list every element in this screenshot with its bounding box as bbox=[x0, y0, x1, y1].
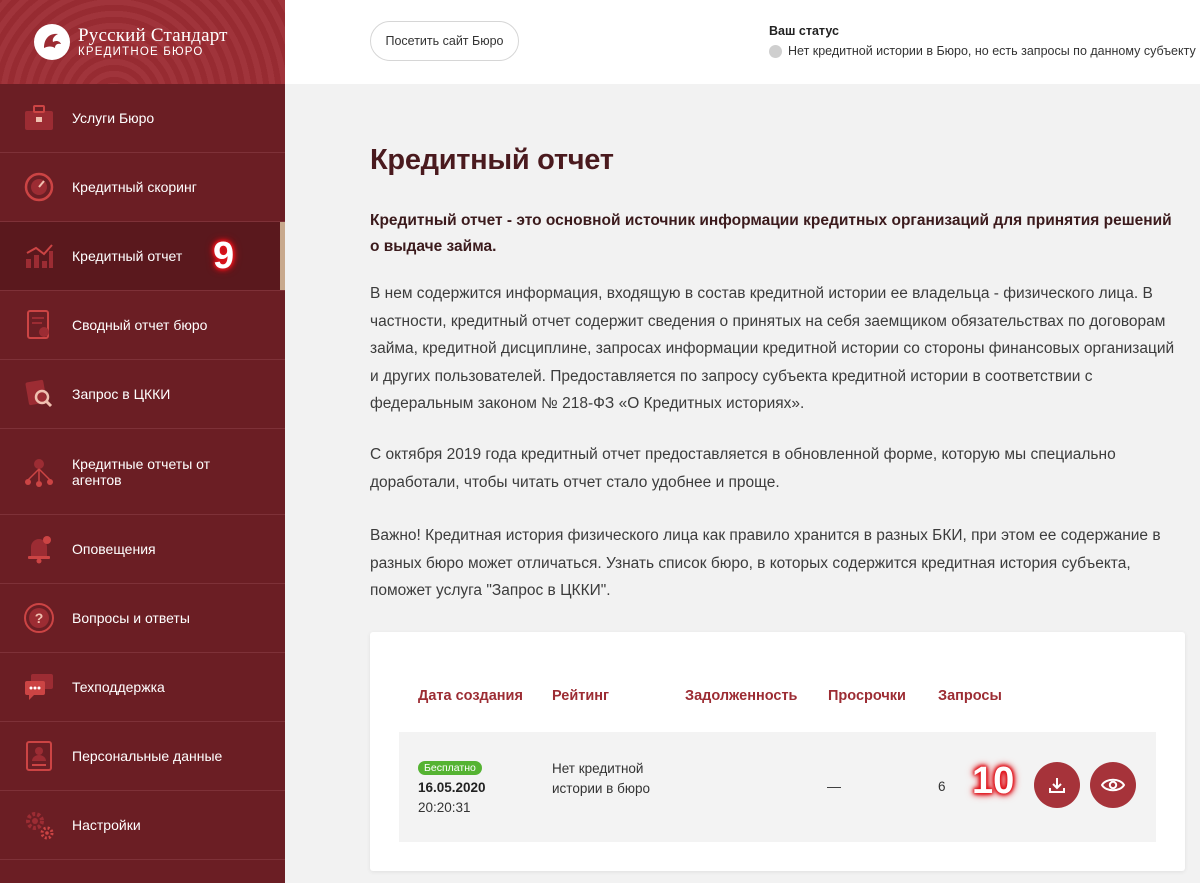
status-text: Нет кредитной истории в Бюро, но есть за… bbox=[788, 44, 1196, 58]
sidebar-item-notifications[interactable]: Оповещения bbox=[0, 515, 285, 584]
eye-icon bbox=[1101, 778, 1125, 792]
bell-icon bbox=[22, 532, 56, 566]
question-icon: ? bbox=[22, 601, 56, 635]
sidebar-nav: Услуги Бюро Кредитный скоринг Кредитный … bbox=[0, 84, 285, 860]
logo-emblem-icon bbox=[34, 24, 70, 60]
lead-paragraph: Кредитный отчет - это основной источник … bbox=[370, 212, 1172, 255]
sidebar-item-services[interactable]: Услуги Бюро bbox=[0, 84, 285, 153]
column-header-date: Дата создания bbox=[418, 688, 523, 704]
search-document-icon bbox=[22, 377, 56, 411]
briefcase-icon bbox=[22, 101, 56, 135]
brand-title: Русский Стандарт bbox=[78, 24, 228, 46]
page-title: Кредитный отчет bbox=[370, 144, 614, 176]
status-indicator: Нет кредитной истории в Бюро, но есть за… bbox=[769, 44, 1196, 58]
sidebar-item-settings[interactable]: Настройки bbox=[0, 791, 285, 860]
sidebar-item-label: Услуги Бюро bbox=[72, 110, 155, 126]
logo[interactable]: Русский Стандарт Кредитное бюро bbox=[0, 0, 285, 84]
sidebar-item-agent-reports[interactable]: Кредитные отчеты от агентов bbox=[0, 429, 285, 515]
column-header-requests: Запросы bbox=[938, 688, 1002, 704]
update-paragraph: С октября 2019 года кредитный отчет пред… bbox=[370, 446, 1116, 491]
gear-icon bbox=[22, 808, 56, 842]
status-dot-icon bbox=[769, 44, 782, 58]
top-bar: Посетить сайт Бюро Ваш статус Нет кредит… bbox=[285, 0, 1200, 84]
report-date: 16.05.2020 bbox=[418, 780, 486, 795]
important-paragraph: Важно! Кредитная история физического лиц… bbox=[370, 527, 1161, 599]
sidebar-item-label: Кредитный скоринг bbox=[72, 179, 197, 195]
network-icon bbox=[22, 455, 56, 489]
sidebar-item-label: Кредитный отчет bbox=[72, 248, 183, 264]
sidebar-item-label: Персональные данные bbox=[72, 748, 223, 764]
status-title: Ваш статус bbox=[769, 24, 839, 38]
sidebar-item-label: Настройки bbox=[72, 817, 141, 833]
sidebar-item-credit-report[interactable]: Кредитный отчет bbox=[0, 222, 285, 291]
column-header-debt: Задолженность bbox=[685, 688, 798, 704]
gauge-icon bbox=[22, 170, 56, 204]
description-paragraph: В нем содержится информация, входящую в … bbox=[370, 285, 1175, 412]
sidebar-item-label: Техподдержка bbox=[72, 679, 165, 695]
download-report-button[interactable] bbox=[1034, 762, 1080, 808]
report-time: 20:20:31 bbox=[418, 800, 471, 815]
sidebar-item-scoring[interactable]: Кредитный скоринг bbox=[0, 153, 285, 222]
view-report-button[interactable] bbox=[1090, 762, 1136, 808]
visit-bureau-site-button[interactable]: Посетить сайт Бюро bbox=[370, 21, 519, 61]
sidebar-item-support[interactable]: Техподдержка bbox=[0, 653, 285, 722]
annotation-marker-9: 9 bbox=[213, 235, 235, 277]
sidebar-item-label: Сводный отчет бюро bbox=[72, 317, 208, 333]
sidebar-item-label: Кредитные отчеты от агентов bbox=[72, 455, 211, 488]
report-requests: 6 bbox=[938, 779, 946, 794]
sidebar-item-ckki-request[interactable]: Запрос в ЦККИ bbox=[0, 360, 285, 429]
annotation-marker-10: 10 bbox=[972, 760, 1015, 802]
sidebar-item-faq[interactable]: ? Вопросы и ответы bbox=[0, 584, 285, 653]
column-header-rating: Рейтинг bbox=[552, 688, 610, 704]
sidebar-item-summary-report[interactable]: Сводный отчет бюро bbox=[0, 291, 285, 360]
person-card-icon bbox=[22, 739, 56, 773]
report-rating: Нет кредитной истории в бюро bbox=[552, 761, 650, 796]
free-badge: Бесплатно bbox=[418, 761, 482, 775]
column-header-overdue: Просрочки bbox=[828, 688, 906, 704]
chat-icon bbox=[22, 670, 56, 704]
svg-text:?: ? bbox=[35, 610, 44, 626]
document-icon bbox=[22, 308, 56, 342]
sidebar-item-personal-data[interactable]: Персональные данные bbox=[0, 722, 285, 791]
download-icon bbox=[1049, 778, 1065, 793]
sidebar-item-label: Запрос в ЦККИ bbox=[72, 386, 171, 402]
report-overdue: — bbox=[827, 778, 841, 794]
sidebar-item-label: Вопросы и ответы bbox=[72, 610, 190, 626]
brand-subtitle: Кредитное бюро bbox=[78, 45, 204, 58]
chart-icon bbox=[22, 239, 56, 273]
sidebar: Русский Стандарт Кредитное бюро Услуги Б… bbox=[0, 0, 285, 883]
sidebar-item-label: Оповещения bbox=[72, 541, 156, 557]
